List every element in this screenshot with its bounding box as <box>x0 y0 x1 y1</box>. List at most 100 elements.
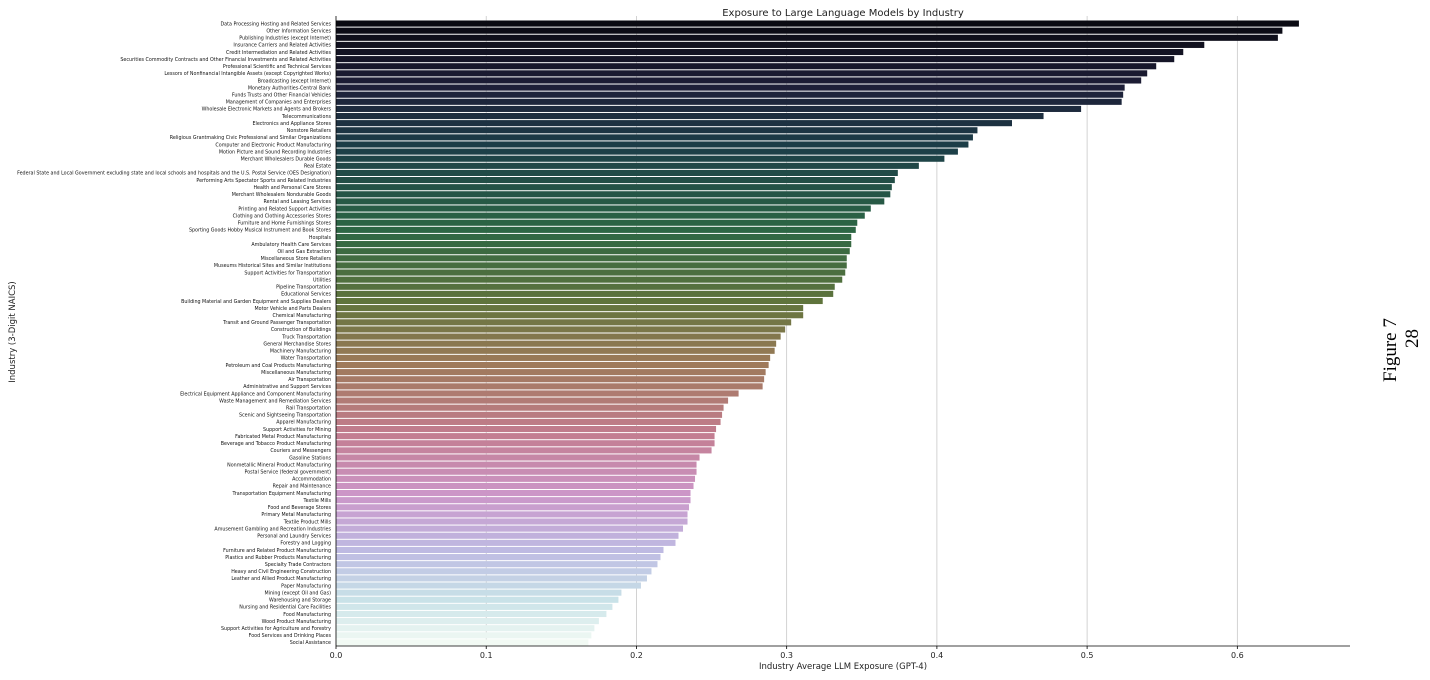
bar <box>336 198 885 205</box>
bar <box>336 639 589 646</box>
category-label: Printing and Related Support Activities <box>238 206 331 212</box>
category-labels: Data Processing Hosting and Related Serv… <box>17 21 331 646</box>
category-label: Couriers and Messengers <box>270 448 331 454</box>
category-label: Construction of Buildings <box>271 327 332 333</box>
bar <box>336 383 763 390</box>
bar <box>336 532 679 539</box>
category-label: Paper Manufacturing <box>281 583 331 589</box>
bar <box>336 84 1125 91</box>
bar <box>336 184 892 191</box>
bar <box>336 454 700 461</box>
x-ticks: 0.0 0.1 0.2 0.3 0.4 0.5 0.6 <box>330 646 1244 660</box>
figure-page-label: Figure 7 28 <box>1378 300 1426 390</box>
x-tick-label: 0.5 <box>1081 651 1094 660</box>
bar <box>336 112 1044 120</box>
bar <box>336 283 835 290</box>
category-label: Chemical Manufacturing <box>272 313 331 319</box>
category-label: Credit Intermediation and Related Activi… <box>226 50 331 56</box>
category-label: Pipeline Transportation <box>276 285 331 291</box>
category-label: Miscellaneous Store Retailers <box>261 256 332 262</box>
bar <box>336 461 697 468</box>
category-label: Museums Historical Sites and Similar Ins… <box>214 263 332 269</box>
bar <box>336 404 724 411</box>
bar <box>336 191 891 198</box>
category-label: Furniture and Related Product Manufactur… <box>223 548 331 554</box>
category-label: Apparel Manufacturing <box>276 420 331 426</box>
bar <box>336 70 1148 77</box>
bar <box>336 447 712 454</box>
x-tick-label: 0.2 <box>630 651 643 660</box>
category-label: Leather and Allied Product Manufacturing <box>231 576 331 582</box>
y-axis-label: Industry (3-Digit NAICS) <box>8 281 18 382</box>
bar <box>336 276 843 283</box>
category-label: Scenic and Sightseeing Transportation <box>239 413 331 419</box>
bar <box>336 155 945 162</box>
bar <box>336 127 978 134</box>
category-label: Publishing Industries (except Internet) <box>239 36 331 42</box>
category-label: Sporting Goods Hobby Musical Instrument … <box>189 228 332 234</box>
bar <box>336 248 850 255</box>
bars <box>336 20 1299 646</box>
bar <box>336 433 715 440</box>
category-label: Postal Service (federal government) <box>245 470 332 476</box>
category-label: Transportation Equipment Manufacturing <box>232 491 331 497</box>
category-label: Management of Companies and Enterprises <box>226 100 332 106</box>
category-label: Air Transportation <box>288 377 331 383</box>
bar <box>336 34 1278 41</box>
bar <box>336 326 786 333</box>
bar <box>336 582 641 589</box>
category-label: Support Activities for Transportation <box>244 270 331 276</box>
bar <box>336 397 729 404</box>
bar <box>336 425 717 433</box>
bar <box>336 219 858 226</box>
bar <box>336 490 691 497</box>
bar <box>336 390 739 397</box>
category-label: General Merchandise Stores <box>263 341 331 347</box>
bar <box>336 376 765 383</box>
category-label: Petroleum and Coal Products Manufacturin… <box>226 363 331 369</box>
category-label: Motion Picture and Sound Recording Indus… <box>219 149 332 155</box>
bar <box>336 134 973 141</box>
category-label: Nursing and Residential Care Facilities <box>239 605 331 611</box>
category-label: Miscellaneous Manufacturing <box>261 370 331 376</box>
category-label: Fabricated Metal Product Manufacturing <box>235 434 331 440</box>
category-label: Other Information Services <box>266 28 331 34</box>
chart-title: Exposure to Large Language Models by Ind… <box>722 8 964 19</box>
bar <box>336 141 969 148</box>
category-label: Telecommunications <box>281 114 331 120</box>
category-label: Personal and Laundry Services <box>257 534 331 540</box>
bar <box>336 361 769 369</box>
bar <box>336 369 766 376</box>
bar <box>336 120 1012 127</box>
bar <box>336 575 647 582</box>
category-label: Beverage and Tobacco Product Manufacturi… <box>221 441 331 447</box>
category-label: Ambulatory Health Care Services <box>251 242 331 248</box>
bar <box>336 546 664 554</box>
category-label: Computer and Electronic Product Manufact… <box>215 142 331 148</box>
category-label: Forestry and Logging <box>280 541 331 547</box>
category-label: Machinery Manufacturing <box>270 349 331 355</box>
bar <box>336 603 613 610</box>
category-label: Educational Services <box>281 292 331 298</box>
bar <box>336 497 691 504</box>
bar <box>336 561 658 568</box>
category-label: Electrical Equipment Appliance and Compo… <box>180 391 331 397</box>
category-label: Warehousing and Storage <box>269 598 331 604</box>
category-label: Monetary Authorities-Central Bank <box>248 85 331 91</box>
bar <box>336 177 895 184</box>
bar <box>336 20 1299 27</box>
category-label: Specialty Trade Contractors <box>265 562 332 568</box>
category-label: Professional Scientific and Technical Se… <box>223 64 332 70</box>
category-label: Food and Beverage Stores <box>268 505 332 511</box>
category-label: Textile Product Mills <box>283 519 332 525</box>
category-label: Textile Mills <box>303 498 332 504</box>
category-label: Nonstore Retailers <box>287 128 332 134</box>
bar <box>336 98 1122 105</box>
bar <box>336 475 696 482</box>
bar <box>336 347 775 354</box>
bar <box>336 148 958 155</box>
bar <box>336 589 622 596</box>
figure-label: Figure 7 <box>1380 318 1401 382</box>
category-label: Food Manufacturing <box>283 612 331 618</box>
bar <box>336 233 852 241</box>
